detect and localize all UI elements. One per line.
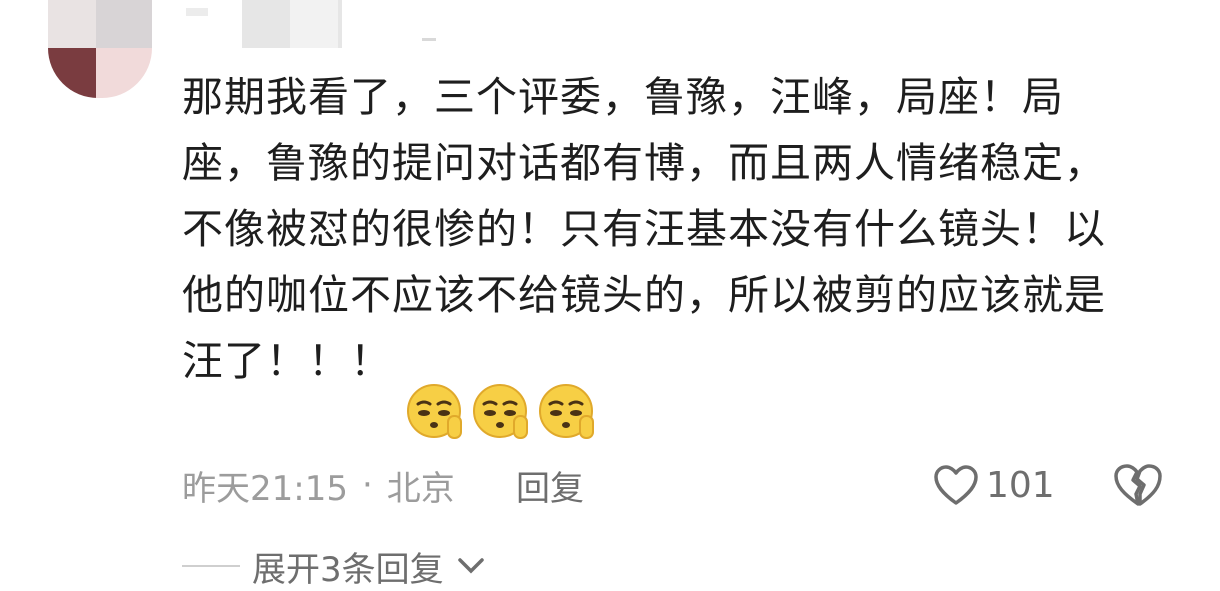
like-count: 101: [986, 464, 1055, 506]
expand-replies-button[interactable]: 展开3条回复: [182, 546, 486, 590]
meta-separator: ·: [361, 465, 373, 505]
shush-emoji-icon: [473, 384, 528, 439]
broken-heart-icon[interactable]: [1112, 460, 1164, 510]
comment-meta: 昨天21:15 · 北京: [182, 462, 455, 509]
comment-line: 汪了！！！: [182, 337, 392, 385]
shush-emoji-icon: [539, 384, 594, 439]
divider: [182, 565, 240, 567]
heart-icon: [934, 465, 978, 505]
chevron-down-icon: [457, 558, 484, 574]
shush-emoji-icon: [407, 384, 462, 439]
comment-line: 座，鲁豫的提问对话都有博，而且两人情绪稳定，: [182, 139, 1106, 187]
timestamp: 昨天21:15: [182, 468, 348, 509]
comment-text: 那期我看了，三个评委，鲁豫，汪峰，局座！局 座，鲁豫的提问对话都有博，而且两人情…: [182, 64, 1182, 394]
expand-label: 展开3条回复: [252, 549, 444, 590]
comment-line: 不像被怼的很惨的！只有汪基本没有什么镜头！以: [182, 205, 1106, 253]
comment-line: 那期我看了，三个评委，鲁豫，汪峰，局座！局: [182, 73, 1064, 121]
comment-line: 他的咖位不应该不给镜头的，所以被剪的应该就是: [182, 271, 1106, 319]
reply-button[interactable]: 回复: [516, 462, 584, 509]
username-blurred[interactable]: [186, 0, 446, 48]
like-button[interactable]: 101: [932, 460, 1055, 510]
location: 北京: [386, 468, 455, 509]
emoji-row: [404, 382, 598, 442]
reply-label: 回复: [516, 468, 584, 509]
avatar[interactable]: [48, 0, 152, 98]
